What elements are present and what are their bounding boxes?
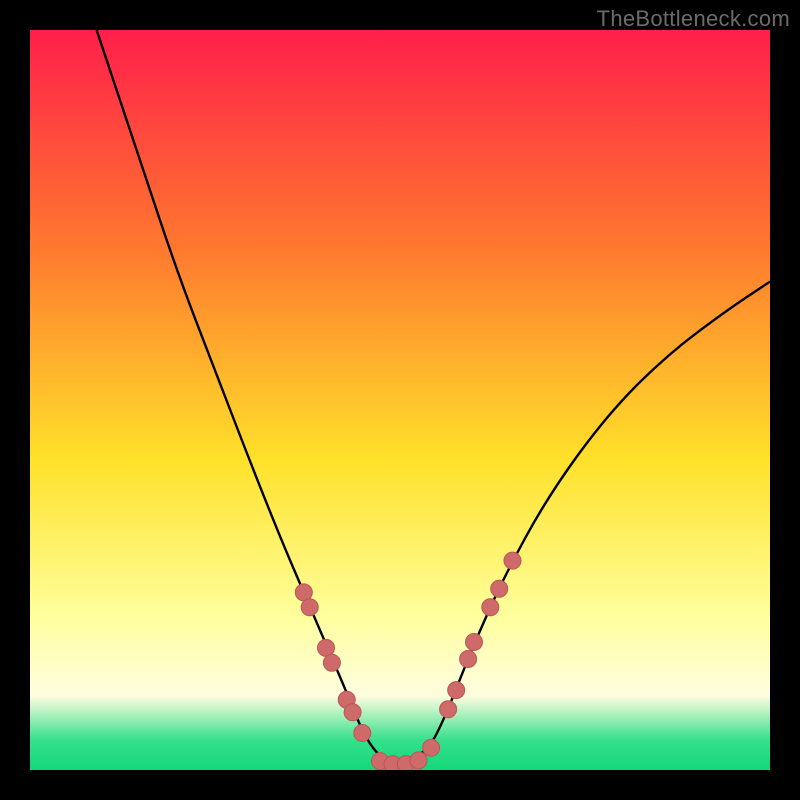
watermark-text: TheBottleneck.com bbox=[597, 6, 790, 32]
curve-dot bbox=[354, 725, 371, 742]
chart-stage: TheBottleneck.com bbox=[0, 0, 800, 800]
curve-dot bbox=[323, 654, 340, 671]
curve-dot bbox=[440, 701, 457, 718]
curve-dot bbox=[491, 580, 508, 597]
curve-dot bbox=[344, 704, 361, 721]
curve-dot bbox=[410, 752, 427, 769]
curve-dot bbox=[423, 739, 440, 756]
curve-dot bbox=[504, 552, 521, 569]
bottleneck-curve bbox=[97, 30, 770, 763]
curve-dot bbox=[466, 634, 483, 651]
curve-layer bbox=[30, 30, 770, 770]
curve-dots bbox=[295, 552, 521, 770]
curve-dot bbox=[448, 682, 465, 699]
curve-dot bbox=[301, 599, 318, 616]
curve-dot bbox=[482, 599, 499, 616]
curve-dot bbox=[460, 651, 477, 668]
plot-area bbox=[30, 30, 770, 770]
